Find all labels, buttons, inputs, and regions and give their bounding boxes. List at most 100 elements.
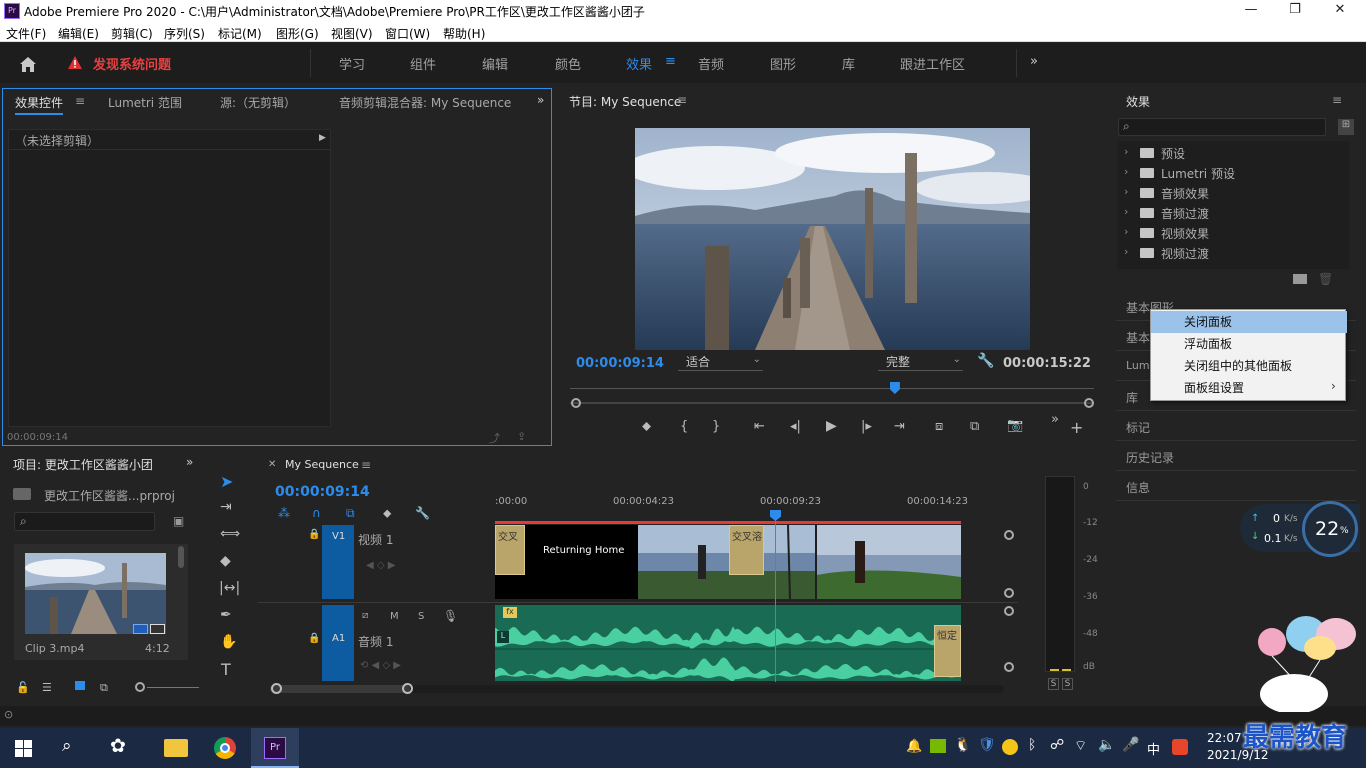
menu-edit[interactable]: 编辑(E) xyxy=(58,25,99,42)
vscroll-handle[interactable] xyxy=(1004,588,1014,598)
vscroll-handle[interactable] xyxy=(1004,662,1014,672)
panel-menu-icon[interactable]: ≡ xyxy=(75,94,85,108)
solo-button[interactable]: S xyxy=(418,611,424,622)
freeform-view-icon[interactable]: ⧉ xyxy=(100,681,108,695)
mark-out-icon[interactable]: } xyxy=(712,419,720,434)
plus-tray-icon[interactable] xyxy=(1002,739,1018,755)
hscroll-left-handle[interactable] xyxy=(271,683,282,694)
ws-tab-custom[interactable]: 跟进工作区 xyxy=(900,54,965,73)
bluetooth-icon[interactable]: ᛒ xyxy=(1028,737,1036,753)
menu-marker[interactable]: 标记(M) xyxy=(218,25,262,42)
tree-item-lumetri-presets[interactable]: › Lumetri 预设 xyxy=(1120,163,1348,183)
panel-menu-icon[interactable]: ≡ xyxy=(677,93,687,107)
chrome-icon[interactable] xyxy=(214,737,236,759)
solo-right-button[interactable]: S xyxy=(1062,678,1073,690)
new-folder-icon[interactable] xyxy=(1293,274,1307,284)
tab-effect-controls[interactable]: 效果控件 xyxy=(15,94,64,115)
cpu-usage-dial[interactable]: 22 % xyxy=(1302,501,1358,557)
close-tab-icon[interactable]: ✕ xyxy=(268,459,276,470)
zoom-slider-handle[interactable] xyxy=(135,682,145,692)
constant-power-transition[interactable]: 恒定 xyxy=(934,625,961,677)
track-target-a1[interactable]: A1 xyxy=(322,605,354,681)
ws-tab-audio[interactable]: 音频 xyxy=(698,54,724,73)
selection-tool-icon[interactable]: ➤ xyxy=(220,472,233,491)
new-bin-icon[interactable]: ▣ xyxy=(173,514,184,528)
ws-tab-libraries[interactable]: 库 xyxy=(842,54,855,73)
panel-overflow-icon[interactable]: » xyxy=(537,93,544,107)
track-select-tool-icon[interactable]: ⇥ xyxy=(220,499,232,515)
vscroll-handle[interactable] xyxy=(1004,606,1014,616)
panel-history[interactable]: 历史记录 xyxy=(1126,449,1174,466)
monitor-zoom-scrollbar[interactable] xyxy=(570,402,1094,404)
ctx-close-other-panels[interactable]: 关闭组中的其他面板 xyxy=(1151,355,1347,377)
go-to-out-icon[interactable]: ⇥ xyxy=(894,419,905,434)
security-shield-icon[interactable]: 🛡 xyxy=(978,737,996,753)
settings-wrench-icon[interactable]: 🔧 xyxy=(977,353,994,369)
qq-icon[interactable]: 🐧 xyxy=(954,737,971,753)
hscroll-right-handle[interactable] xyxy=(402,683,413,694)
menu-clip[interactable]: 剪辑(C) xyxy=(111,25,153,42)
timeline-sequence-tab[interactable]: My Sequence xyxy=(285,458,359,471)
extract-icon[interactable]: ⧉ xyxy=(970,419,979,434)
tab-audio-clip-mixer[interactable]: 音频剪辑混合器: My Sequence xyxy=(339,94,511,111)
pen-tool-icon[interactable]: ✒ xyxy=(220,607,232,623)
taskbar-search-icon[interactable]: ⌕ xyxy=(62,736,72,756)
delete-icon[interactable]: 🗑 xyxy=(1318,272,1333,286)
nvidia-icon[interactable] xyxy=(930,739,946,753)
ws-tab-editing[interactable]: 编辑 xyxy=(482,54,508,73)
mute-button[interactable]: M xyxy=(390,611,399,622)
button-overflow-icon[interactable]: » xyxy=(1051,412,1059,427)
video-clip-lake[interactable] xyxy=(638,525,815,599)
linked-selection-icon[interactable]: ⧉ xyxy=(346,506,355,521)
ws-tab-color[interactable]: 颜色 xyxy=(555,54,581,73)
audio-keyframe-nav-icon[interactable]: ⟲ ◀ ◇ ▶ xyxy=(360,660,401,671)
file-explorer-icon[interactable] xyxy=(164,739,188,757)
taskbar-app-pinwheel-icon[interactable]: ✿ xyxy=(110,735,126,757)
menu-file[interactable]: 文件(F) xyxy=(6,25,46,42)
project-search-input[interactable]: ⌕ xyxy=(14,512,155,531)
panel-markers[interactable]: 标记 xyxy=(1126,419,1150,436)
project-panel-title[interactable]: 项目: 更改工作区酱酱小团 xyxy=(13,456,167,473)
step-forward-icon[interactable]: |▸ xyxy=(861,419,872,434)
cross-dissolve-transition-2[interactable]: 交叉溶 xyxy=(729,525,764,575)
program-timecode[interactable]: 00:00:09:14 xyxy=(576,356,664,371)
panel-libraries[interactable]: 库 xyxy=(1126,389,1138,406)
snap-icon[interactable]: ∩ xyxy=(312,506,321,520)
timeline-hscroll[interactable] xyxy=(270,685,1004,693)
ws-tab-assembly[interactable]: 组件 xyxy=(410,54,436,73)
sogou-ime-icon[interactable] xyxy=(1172,739,1188,755)
panel-info[interactable]: 信息 xyxy=(1126,479,1150,496)
zoom-handle-left[interactable] xyxy=(571,398,581,408)
panel-menu-icon[interactable]: ≡ xyxy=(361,458,371,472)
list-view-icon[interactable]: ☰ xyxy=(42,681,52,694)
video-clip-hillside[interactable] xyxy=(817,525,961,599)
volume-icon[interactable]: 🔈 xyxy=(1098,737,1115,753)
project-clip-item[interactable]: Clip 3.mp4 4:12 xyxy=(14,544,188,660)
zoom-fit-select[interactable]: 适合 ⌄ xyxy=(678,353,763,371)
maximize-icon[interactable]: ❐ xyxy=(1285,2,1305,20)
voice-over-record-icon[interactable]: 🎙 xyxy=(443,609,458,623)
timeline-settings-icon[interactable]: 🔧 xyxy=(415,506,430,520)
ime-indicator[interactable]: 中 xyxy=(1147,739,1160,758)
add-marker-icon[interactable]: ⬥ xyxy=(642,419,651,434)
slip-tool-icon[interactable]: |↔| xyxy=(219,580,240,596)
network-tray-icon[interactable]: ☍ xyxy=(1050,737,1064,753)
go-to-in-icon[interactable]: ⇤ xyxy=(754,419,765,434)
icon-view-icon[interactable] xyxy=(75,681,85,690)
track-target-v1[interactable]: V1 xyxy=(322,525,354,599)
add-marker-icon[interactable]: ⬥ xyxy=(383,506,391,521)
tree-item-audio-effects[interactable]: › 音频效果 xyxy=(1120,183,1348,203)
minimize-icon[interactable]: — xyxy=(1241,2,1261,20)
menu-help[interactable]: 帮助(H) xyxy=(443,25,485,42)
play-icon[interactable]: ▶ xyxy=(826,418,837,434)
timeline-playhead[interactable] xyxy=(770,510,781,521)
zoom-handle-right[interactable] xyxy=(1084,398,1094,408)
ctx-panel-group-settings[interactable]: 面板组设置 xyxy=(1151,377,1347,399)
export-icon[interactable]: ⤴ xyxy=(489,430,500,446)
mark-in-icon[interactable]: { xyxy=(680,419,688,434)
ws-tab-effects-menu-icon[interactable]: ≡ xyxy=(665,54,676,69)
menu-sequence[interactable]: 序列(S) xyxy=(164,25,205,42)
ripple-edit-tool-icon[interactable]: ⟺ xyxy=(220,526,240,542)
tree-item-presets[interactable]: › 预设 xyxy=(1120,143,1348,163)
panel-menu-icon[interactable]: ≡ xyxy=(1332,93,1342,107)
